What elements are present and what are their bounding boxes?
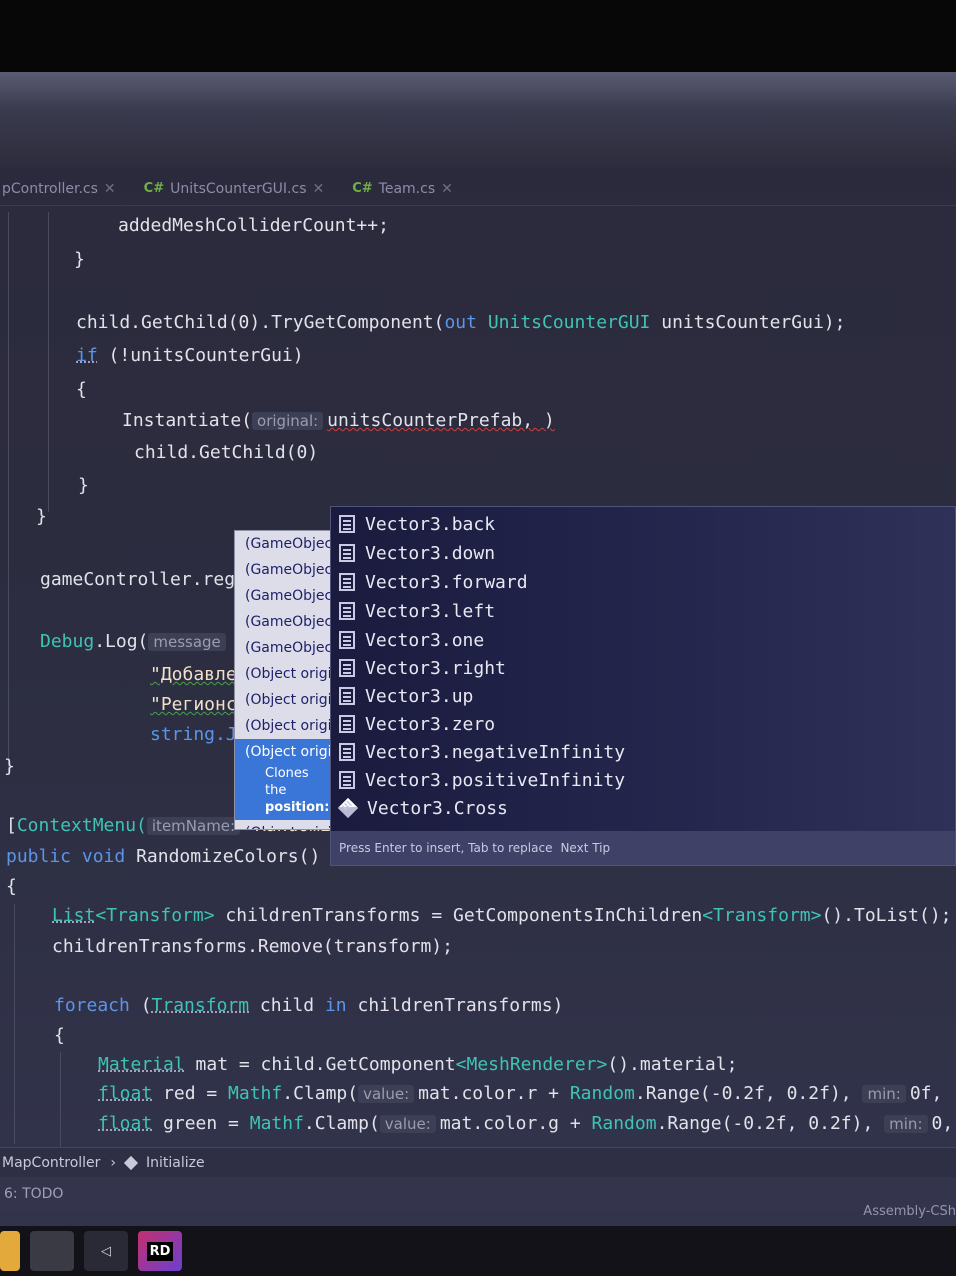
code-line: }	[36, 506, 47, 527]
completion-item[interactable]: Vector3.zero	[339, 710, 495, 738]
breadcrumb-class[interactable]: MapController	[2, 1155, 100, 1171]
assembly-indicator[interactable]: Assembly-CSh	[863, 1204, 956, 1224]
code-line: }	[74, 249, 85, 270]
breadcrumb: MapController › Initialize	[0, 1147, 956, 1177]
overload-item[interactable]: (Object origi	[235, 661, 331, 687]
code-line: childrenTransforms.Remove(transform);	[52, 936, 453, 957]
code-line: child.GetChild(0).TryGetComponent(out Un…	[76, 312, 846, 333]
code-line: if (!unitsCounterGui)	[76, 345, 304, 366]
overload-item[interactable]: (Object origi	[235, 713, 331, 739]
indent-guide	[14, 904, 15, 1144]
ide-window: pController.cs ✕ C# UnitsCounterGUI.cs ✕…	[0, 72, 956, 1232]
completion-item[interactable]: Vector3.one	[339, 626, 484, 654]
code-line: Instantiate(original: unitsCounterPrefab,…	[122, 410, 555, 431]
indent-guide	[60, 1052, 61, 1147]
overload-item[interactable]: (GameObject	[235, 531, 331, 557]
code-line: {	[54, 1025, 65, 1046]
overload-item[interactable]: (Object origi	[235, 820, 331, 829]
overload-item[interactable]: (Object origi	[235, 687, 331, 713]
code-completion-popup[interactable]: Vector3.back Vector3.down Vector3.forwar…	[330, 506, 956, 866]
code-line: "Регионс	[150, 694, 237, 715]
completion-item[interactable]: Vector3.left	[339, 597, 495, 625]
chevron-right-icon: ›	[110, 1154, 117, 1171]
property-icon	[339, 631, 355, 649]
overload-item[interactable]: (GameObject	[235, 609, 331, 635]
overload-item[interactable]: (GameObject	[235, 557, 331, 583]
property-icon	[339, 715, 355, 733]
property-icon	[339, 743, 355, 761]
property-icon	[339, 515, 355, 533]
completion-item[interactable]: Vector3.positiveInfinity	[339, 766, 625, 794]
completion-item[interactable]: Vector3.down	[339, 539, 495, 567]
unity-icon[interactable]: ◁	[84, 1231, 128, 1271]
next-tip-link[interactable]: Next Tip	[560, 841, 610, 855]
property-icon	[339, 771, 355, 789]
app-icon[interactable]	[30, 1231, 74, 1271]
property-icon	[339, 659, 355, 677]
code-line: "Добавле	[150, 664, 237, 685]
code-line: }	[78, 475, 89, 496]
folder-icon[interactable]	[0, 1231, 20, 1271]
method-icon	[123, 1155, 139, 1170]
completion-item[interactable]: Vector3.negativeInfinity	[339, 738, 625, 766]
tool-window-bar: 6: TODO	[0, 1177, 956, 1211]
indent-guide	[8, 212, 9, 772]
completion-footer: Press Enter to insert, Tab to replace Ne…	[331, 831, 955, 865]
os-taskbar: ◁ RD	[0, 1226, 956, 1276]
parameter-hint: value:	[379, 1115, 436, 1133]
parameter-hint: min:	[884, 1115, 928, 1133]
code-line: string.J	[150, 724, 237, 745]
property-icon	[339, 687, 355, 705]
completion-item[interactable]: Vector3.back	[339, 510, 495, 538]
todo-tool-button[interactable]: 6: TODO	[4, 1186, 63, 1202]
parameter-hint: itemName:	[146, 817, 241, 835]
code-line: Material mat = child.GetComponent<MeshRe…	[98, 1054, 738, 1075]
completion-item[interactable]: Vector3.forward	[339, 568, 528, 596]
overload-item[interactable]: (GameObject	[235, 635, 331, 661]
code-line: }	[4, 756, 15, 777]
parameter-info-popup[interactable]: (GameObject (GameObject (GameObject (Gam…	[234, 530, 332, 830]
completion-item[interactable]: Vector3.Cross	[337, 794, 508, 822]
property-icon	[339, 602, 355, 620]
completion-hint: Press Enter to insert, Tab to replace	[339, 841, 553, 855]
code-line: List<Transform> childrenTransforms = Get…	[52, 905, 952, 926]
parameter-hint: original:	[252, 412, 324, 430]
overload-item[interactable]: (GameObject	[235, 583, 331, 609]
code-line: gameController.reg	[40, 569, 236, 590]
code-line: foreach (Transform child in childrenTran…	[54, 995, 564, 1016]
property-icon	[339, 573, 355, 591]
code-line: {	[6, 876, 17, 897]
code-line: float green = Mathf.Clamp(value: mat.colo…	[98, 1113, 954, 1134]
code-line: {	[76, 379, 87, 400]
parameter-hint: message	[148, 633, 226, 651]
code-line: Debug.Log(message	[40, 631, 230, 652]
parameter-hint: value:	[358, 1085, 415, 1103]
completion-item[interactable]: Vector3.up	[339, 682, 473, 710]
code-line: float red = Mathf.Clamp(value: mat.color.…	[98, 1083, 943, 1104]
method-icon	[337, 797, 359, 819]
parameter-hint: min:	[862, 1085, 906, 1103]
overload-description: Clones the position:	[235, 765, 331, 820]
code-line: public void RandomizeColors()	[6, 846, 321, 867]
rider-icon[interactable]: RD	[138, 1231, 182, 1271]
breadcrumb-method[interactable]: Initialize	[146, 1155, 205, 1171]
monitor-bezel	[0, 0, 956, 72]
indent-guide	[48, 212, 49, 512]
completion-item[interactable]: Vector3.right	[339, 654, 506, 682]
overload-item-selected[interactable]: (Object origi	[235, 739, 331, 765]
code-line: addedMeshColliderCount++;	[118, 215, 389, 236]
code-line: child.GetChild(0)	[134, 442, 319, 463]
property-icon	[339, 544, 355, 562]
